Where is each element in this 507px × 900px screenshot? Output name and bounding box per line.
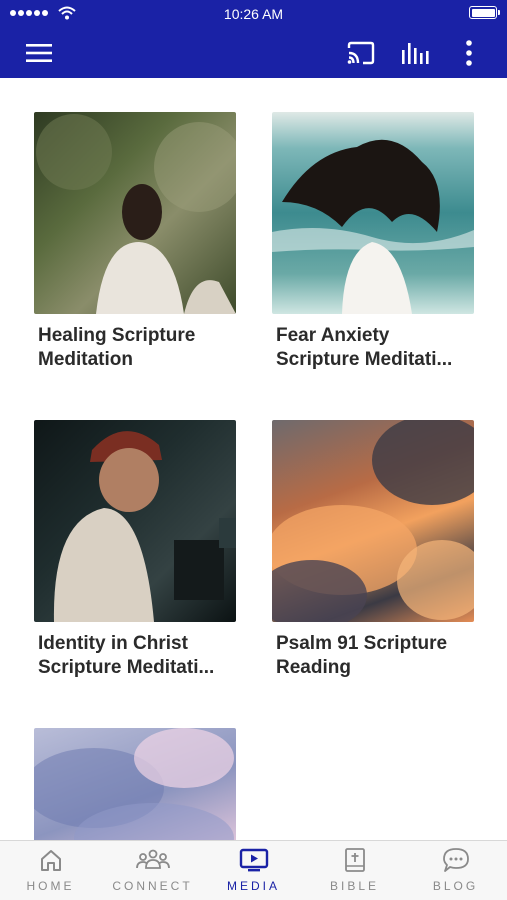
media-title: Identity in Christ Scripture Meditati... <box>38 633 215 678</box>
media-card[interactable]: Fear Anxiety Scripture Meditati... <box>272 112 474 372</box>
tab-label: HOME <box>26 879 75 893</box>
tab-home[interactable]: HOME <box>0 847 101 900</box>
media-card[interactable]: Identity in Christ Scripture Meditati... <box>34 420 236 680</box>
tab-connect[interactable]: CONNECT <box>102 847 203 900</box>
woman-praying-forest-photo <box>34 112 236 314</box>
tv-play-icon <box>239 848 268 872</box>
equalizer-icon <box>402 43 429 64</box>
media-card[interactable] <box>34 728 236 840</box>
media-title: Fear Anxiety Scripture Meditati... <box>276 325 453 370</box>
cast-button[interactable] <box>344 36 378 70</box>
tab-blog[interactable]: BLOG <box>405 847 506 900</box>
media-card[interactable]: Healing Scripture Meditation <box>34 112 236 372</box>
battery-icon <box>469 6 500 19</box>
status-time: 10:26 AM <box>223 6 284 22</box>
people-icon <box>135 849 170 869</box>
bottom-tab-bar: HOME CONNECT MEDIA BIBLE BLOG <box>0 840 507 900</box>
tab-bible[interactable]: BIBLE <box>304 847 405 900</box>
man-with-camera-photo <box>34 420 236 622</box>
menu-button[interactable] <box>22 36 56 70</box>
more-vertical-icon <box>466 40 472 66</box>
audio-button[interactable] <box>398 36 432 70</box>
orange-clouds-sky-photo <box>272 420 474 622</box>
media-title: Psalm 91 Scripture Reading <box>276 633 448 678</box>
top-toolbar <box>0 30 507 76</box>
home-icon <box>40 850 61 871</box>
media-grid: Healing Scripture Meditation Fear Anxiet… <box>0 78 507 840</box>
pastel-clouds-sky-photo <box>34 728 236 840</box>
woman-hair-blowing-sea-photo <box>272 112 474 314</box>
tab-label: CONNECT <box>112 879 193 893</box>
tab-label: MEDIA <box>226 879 280 893</box>
more-options-button[interactable] <box>452 36 486 70</box>
bible-icon <box>344 848 365 872</box>
chat-bubble-icon <box>442 848 469 872</box>
tab-label: BLOG <box>432 879 479 893</box>
hamburger-menu-icon <box>26 44 52 62</box>
media-card[interactable]: Psalm 91 Scripture Reading <box>272 420 474 680</box>
tab-label: BIBLE <box>329 879 380 893</box>
cast-icon <box>347 41 375 65</box>
status-bar: 10:26 AM <box>0 0 507 28</box>
media-title: Healing Scripture Meditation <box>38 325 196 370</box>
app-header: 10:26 AM <box>0 0 507 78</box>
tab-media[interactable]: MEDIA <box>203 847 304 900</box>
